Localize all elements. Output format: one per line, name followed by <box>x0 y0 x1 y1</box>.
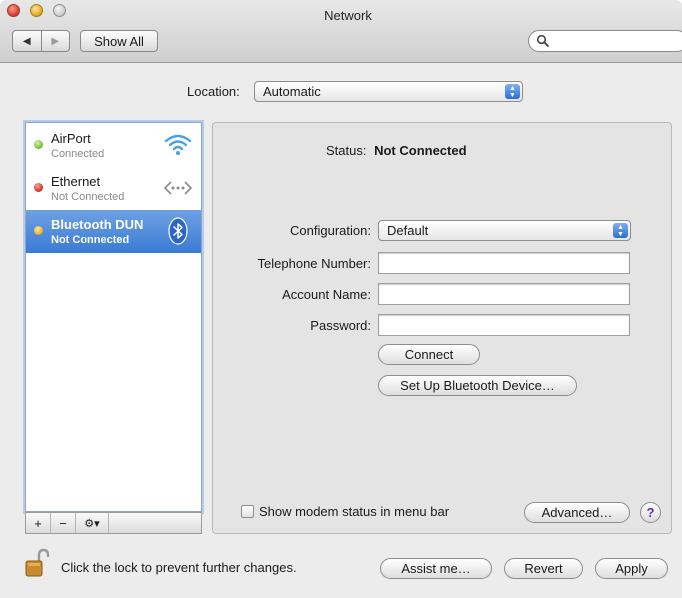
location-value: Automatic <box>263 84 321 99</box>
account-name-label: Account Name: <box>282 287 371 302</box>
toolbar: Network ◀ ▶ Show All <box>0 0 682 63</box>
telephone-number-field[interactable] <box>378 252 630 274</box>
lock-icon[interactable] <box>24 548 50 578</box>
search-icon <box>536 34 549 47</box>
status-label: Status: <box>326 143 367 158</box>
status-dot <box>34 183 43 192</box>
service-item-ethernet[interactable]: Ethernet Not Connected <box>26 167 201 210</box>
configuration-label: Configuration: <box>290 223 371 238</box>
location-popup[interactable]: Automatic ▲ ▼ <box>254 81 523 102</box>
forward-arrow-icon: ▶ <box>51 35 60 47</box>
service-status: Not Connected <box>51 234 130 246</box>
configuration-value: Default <box>387 223 429 238</box>
remove-service-button[interactable]: − <box>51 513 76 533</box>
assist-me-button[interactable]: Assist me… <box>380 558 492 579</box>
gear-menu-button[interactable]: ⚙▾ <box>76 513 109 533</box>
popup-arrows-icon: ▲ ▼ <box>505 84 520 99</box>
service-list[interactable]: AirPort Connected Ethernet Not Connected <box>25 122 202 512</box>
location-label: Location: <box>187 84 240 99</box>
apply-button[interactable]: Apply <box>595 558 668 579</box>
configuration-popup[interactable]: Default ▲ ▼ <box>378 220 631 241</box>
service-name: Ethernet <box>51 174 101 189</box>
bluetooth-icon <box>168 217 188 245</box>
ethernet-icon <box>163 181 193 195</box>
back-arrow-icon: ◀ <box>22 35 31 47</box>
password-field[interactable] <box>378 314 630 336</box>
wifi-icon <box>164 134 192 155</box>
password-label: Password: <box>310 318 371 333</box>
service-list-toolbar: + − ⚙▾ <box>25 512 202 534</box>
telephone-number-label: Telephone Number: <box>257 256 371 271</box>
status-row: Status: Not Connected <box>326 143 467 158</box>
revert-button[interactable]: Revert <box>504 558 583 579</box>
show-all-button[interactable]: Show All <box>80 30 158 52</box>
status-dot <box>34 226 43 235</box>
search-field[interactable] <box>528 30 682 52</box>
status-dot <box>34 140 43 149</box>
service-name: AirPort <box>51 131 91 146</box>
forward-button[interactable]: ▶ <box>40 31 70 51</box>
service-name: Bluetooth DUN <box>51 217 144 232</box>
service-item-bluetooth-dun[interactable]: Bluetooth DUN Not Connected <box>26 210 201 253</box>
back-forward-control: ◀ ▶ <box>12 30 70 52</box>
set-up-bluetooth-device-button[interactable]: Set Up Bluetooth Device… <box>378 375 577 396</box>
search-input[interactable] <box>553 33 677 51</box>
advanced-button[interactable]: Advanced… <box>524 502 630 523</box>
service-status: Not Connected <box>51 191 125 203</box>
status-value: Not Connected <box>374 143 467 158</box>
show-modem-status-label[interactable]: Show modem status in menu bar <box>259 504 449 519</box>
back-button[interactable]: ◀ <box>13 31 41 51</box>
show-modem-status-checkbox[interactable] <box>241 505 254 518</box>
popup-arrows-icon: ▲ ▼ <box>613 223 628 238</box>
service-status: Connected <box>51 148 105 160</box>
help-button[interactable]: ? <box>640 502 661 523</box>
account-name-field[interactable] <box>378 283 630 305</box>
network-preferences-window: Network ◀ ▶ Show All Location: Automatic… <box>0 0 682 598</box>
lock-message: Click the lock to prevent further change… <box>61 560 297 575</box>
service-item-airport[interactable]: AirPort Connected <box>26 124 201 167</box>
add-service-button[interactable]: + <box>26 513 51 533</box>
window-title: Network <box>324 8 372 23</box>
connect-button[interactable]: Connect <box>378 344 480 365</box>
